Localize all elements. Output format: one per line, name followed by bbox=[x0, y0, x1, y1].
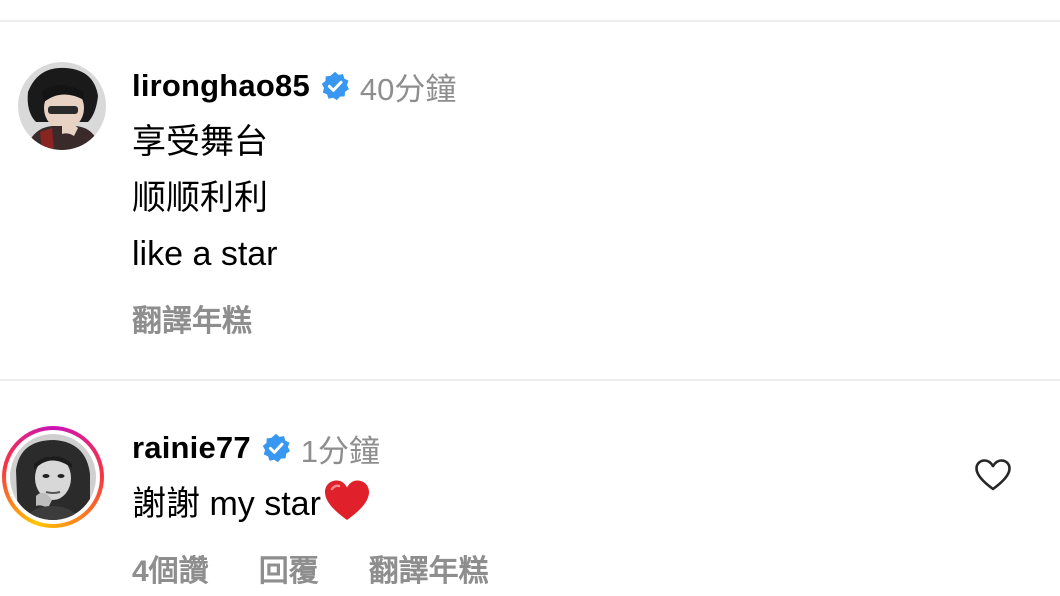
comments-panel: lironghao85 40分鐘 享受舞台 顺顺利利 like a star 翻… bbox=[0, 0, 1060, 596]
comment-timestamp: 40分鐘 bbox=[359, 71, 457, 107]
reply-button[interactable]: 回覆 bbox=[259, 546, 319, 590]
comment-text: 謝謝 my star bbox=[132, 485, 321, 523]
avatar-image bbox=[18, 62, 106, 150]
comment-actions: 4個讚 回覆 翻譯年糕 bbox=[132, 546, 489, 590]
avatar-image bbox=[10, 434, 96, 520]
comment-actions: 翻譯年糕 bbox=[132, 296, 456, 340]
comment-body: rainie77 1分鐘 謝謝 my star 4個讚 回覆 翻譯年糕 bbox=[132, 420, 489, 590]
comment-text-line: like a star bbox=[132, 235, 278, 273]
comment-text-line: 顺顺利利 bbox=[132, 179, 268, 217]
username[interactable]: rainie77 bbox=[132, 430, 251, 466]
translate-button[interactable]: 翻譯年糕 bbox=[369, 546, 489, 590]
like-count[interactable]: 4個讚 bbox=[132, 546, 209, 590]
comment-text-line: 謝謝 my star bbox=[132, 476, 489, 532]
avatar bbox=[10, 434, 96, 520]
translate-button[interactable]: 翻譯年糕 bbox=[132, 296, 252, 340]
heart-emoji-icon bbox=[324, 480, 369, 520]
verified-badge-icon bbox=[321, 71, 349, 101]
story-ring[interactable] bbox=[2, 426, 104, 528]
comment-text-line: 享受舞台 bbox=[132, 123, 268, 161]
top-divider bbox=[0, 20, 1060, 22]
comment-header: rainie77 1分鐘 bbox=[132, 420, 489, 476]
heart-outline-icon[interactable] bbox=[974, 458, 1012, 492]
avatar[interactable] bbox=[18, 62, 106, 150]
comment-body: lironghao85 40分鐘 享受舞台 顺顺利利 like a star 翻… bbox=[132, 58, 456, 340]
comment-divider bbox=[0, 379, 1060, 381]
comment-header: lironghao85 40分鐘 bbox=[132, 58, 456, 114]
comment-timestamp: 1分鐘 bbox=[300, 433, 381, 469]
verified-badge-icon bbox=[262, 433, 290, 463]
username[interactable]: lironghao85 bbox=[132, 68, 310, 104]
